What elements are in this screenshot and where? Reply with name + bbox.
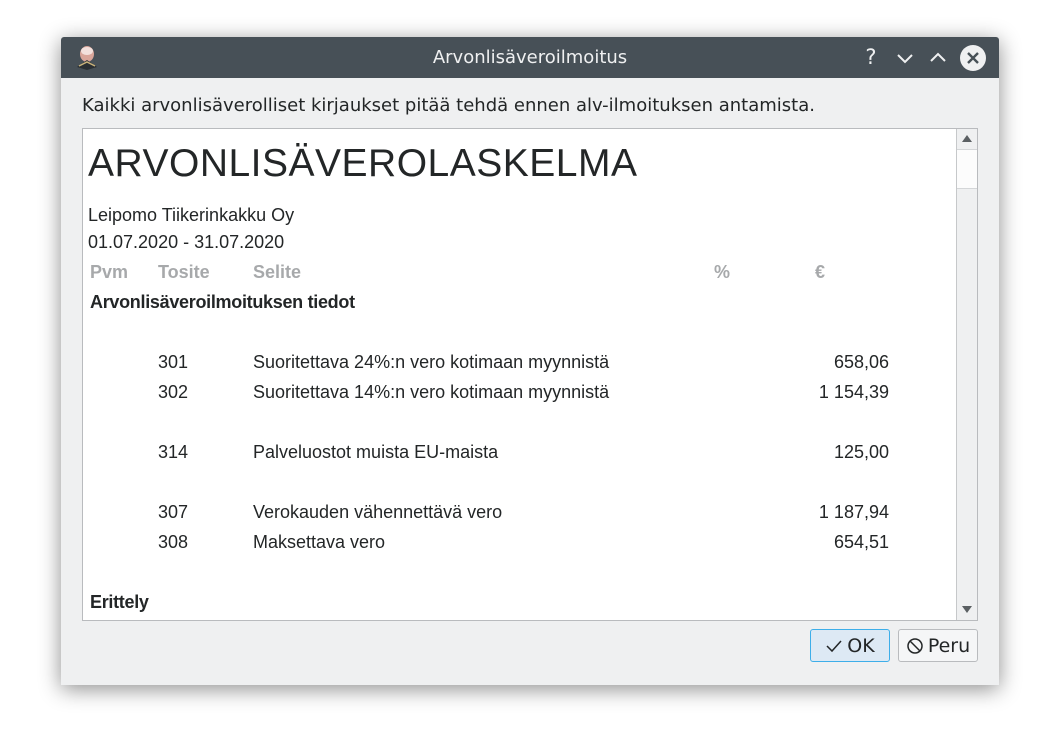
table-row: 301 Suoritettava 24%:n vero kotimaan myy… <box>83 352 955 376</box>
scroll-down-arrow-icon[interactable] <box>962 606 972 613</box>
cancel-icon <box>907 637 923 654</box>
row-amount: 654,51 <box>833 532 889 552</box>
column-header-euro: € <box>815 262 826 282</box>
row-amount: 1 187,94 <box>818 502 889 522</box>
row-description: Verokauden vähennettävä vero <box>253 502 503 522</box>
chevron-down-icon <box>897 54 913 64</box>
table-row: 314 Palveluostot muista EU-maista 125,00 <box>83 442 955 466</box>
minimize-button[interactable] <box>892 45 918 71</box>
help-button[interactable]: ? <box>858 45 884 71</box>
column-header-pvm: Pvm <box>90 262 129 282</box>
ok-button[interactable]: OK <box>810 629 890 662</box>
alv-dialog: Arvonlisäveroilmoitus ? Kaikki arvonlisä… <box>61 37 999 685</box>
chevron-up-icon <box>930 52 946 62</box>
row-amount: 125,00 <box>833 442 889 462</box>
ok-label: OK <box>847 634 875 657</box>
company-name: Leipomo Tiikerinkakku Oy <box>88 205 295 225</box>
row-description: Suoritettava 24%:n vero kotimaan myynnis… <box>253 352 610 372</box>
checkmark-icon <box>826 639 842 652</box>
help-icon: ? <box>865 45 877 69</box>
vertical-scrollbar[interactable] <box>956 129 977 620</box>
row-code: 301 <box>158 352 189 372</box>
row-code: 308 <box>158 532 189 552</box>
section-title-erittely: Erittely <box>90 592 149 612</box>
intro-text: Kaikki arvonlisäverolliset kirjaukset pi… <box>82 95 815 116</box>
row-description: Maksettava vero <box>253 532 386 552</box>
row-code: 314 <box>158 442 189 462</box>
table-row: 302 Suoritettava 14%:n vero kotimaan myy… <box>83 382 955 406</box>
report-view[interactable]: ARVONLISÄVEROLASKELMA Leipomo Tiikerinka… <box>82 128 978 621</box>
cancel-label: Peru <box>927 634 971 657</box>
row-description: Suoritettava 14%:n vero kotimaan myynnis… <box>253 382 610 402</box>
column-header-percent: % <box>714 262 731 282</box>
table-row: 307 Verokauden vähennettävä vero 1 187,9… <box>83 502 955 526</box>
table-row: 308 Maksettava vero 654,51 <box>83 532 955 556</box>
window-titlebar[interactable]: Arvonlisäveroilmoitus ? <box>61 37 999 78</box>
row-code: 307 <box>158 502 189 522</box>
row-code: 302 <box>158 382 189 402</box>
section-title: Arvonlisäveroilmoituksen tiedot <box>90 292 355 312</box>
close-button[interactable] <box>960 45 986 71</box>
close-icon <box>967 52 979 64</box>
row-amount: 658,06 <box>833 352 889 372</box>
scroll-up-arrow-icon[interactable] <box>962 135 972 142</box>
row-amount: 1 154,39 <box>818 382 889 402</box>
report-period: 01.07.2020 - 31.07.2020 <box>88 232 285 252</box>
row-description: Palveluostot muista EU-maista <box>253 442 499 462</box>
maximize-button[interactable] <box>925 45 951 71</box>
report-title: ARVONLISÄVEROLASKELMA <box>88 142 638 185</box>
column-header-selite: Selite <box>253 262 302 282</box>
cancel-button[interactable]: Peru <box>898 629 978 662</box>
scroll-thumb[interactable] <box>957 149 977 189</box>
column-header-tosite: Tosite <box>158 262 210 282</box>
